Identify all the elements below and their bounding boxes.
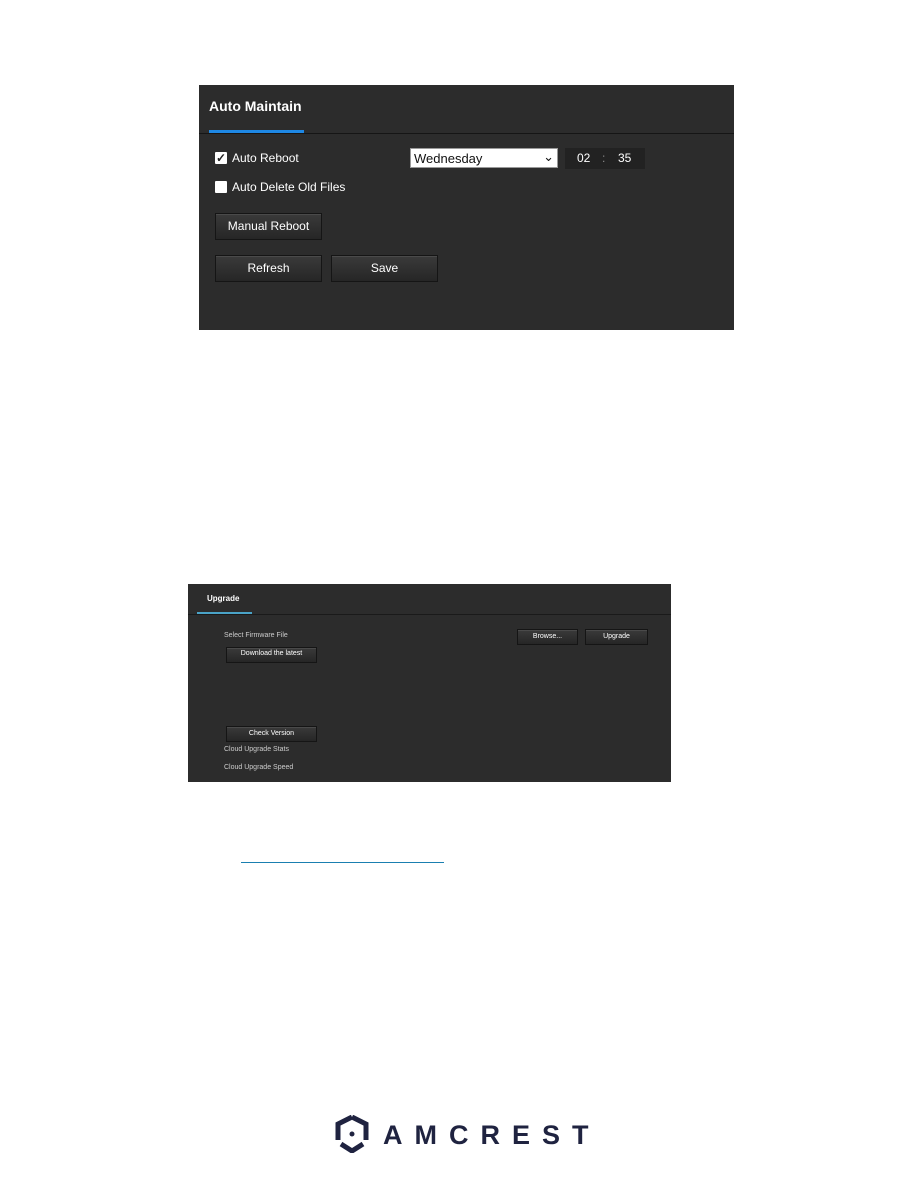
upgrade-panel: Upgrade Select Firmware File Browse... U… bbox=[188, 584, 671, 782]
auto-reboot-label: Auto Reboot bbox=[232, 151, 299, 165]
time-separator: : bbox=[602, 151, 606, 165]
cloud-upgrade-stats-label: Cloud Upgrade Stats bbox=[224, 746, 289, 753]
refresh-button[interactable]: Refresh bbox=[215, 255, 322, 282]
manual-reboot-button[interactable]: Manual Reboot bbox=[215, 213, 322, 240]
download-latest-button[interactable]: Download the latest bbox=[226, 647, 317, 663]
auto-delete-label: Auto Delete Old Files bbox=[232, 180, 346, 194]
panel-title: Auto Maintain bbox=[209, 98, 302, 114]
title-divider bbox=[188, 614, 671, 615]
hour-value[interactable]: 02 bbox=[577, 151, 590, 165]
cloud-upgrade-speed-label: Cloud Upgrade Speed bbox=[224, 764, 294, 771]
day-select-value: Wednesday bbox=[414, 151, 483, 166]
amcrest-logo: AMCREST bbox=[335, 1115, 589, 1155]
auto-maintain-panel: Auto Maintain ✓ Auto Reboot Wednesday ⌄ … bbox=[199, 85, 734, 330]
browse-button[interactable]: Browse... bbox=[517, 629, 578, 645]
amcrest-shield-icon bbox=[335, 1115, 369, 1153]
time-input[interactable]: 02 : 35 bbox=[565, 148, 645, 169]
title-divider bbox=[199, 133, 734, 134]
select-firmware-label: Select Firmware File bbox=[224, 632, 288, 639]
tab-underline bbox=[209, 130, 304, 133]
hyperlink-underline[interactable] bbox=[241, 862, 444, 863]
save-button[interactable]: Save bbox=[331, 255, 438, 282]
day-select[interactable]: Wednesday ⌄ bbox=[410, 148, 558, 168]
upgrade-button[interactable]: Upgrade bbox=[585, 629, 648, 645]
logo-text: AMCREST bbox=[383, 1120, 601, 1150]
auto-reboot-checkbox[interactable]: ✓ bbox=[215, 152, 227, 164]
minute-value[interactable]: 35 bbox=[618, 151, 631, 165]
panel-title: Upgrade bbox=[207, 594, 240, 603]
check-version-button[interactable]: Check Version bbox=[226, 726, 317, 742]
auto-delete-checkbox[interactable] bbox=[215, 181, 227, 193]
document-page: Auto Maintain ✓ Auto Reboot Wednesday ⌄ … bbox=[0, 0, 918, 1188]
chevron-down-icon: ⌄ bbox=[543, 149, 554, 164]
